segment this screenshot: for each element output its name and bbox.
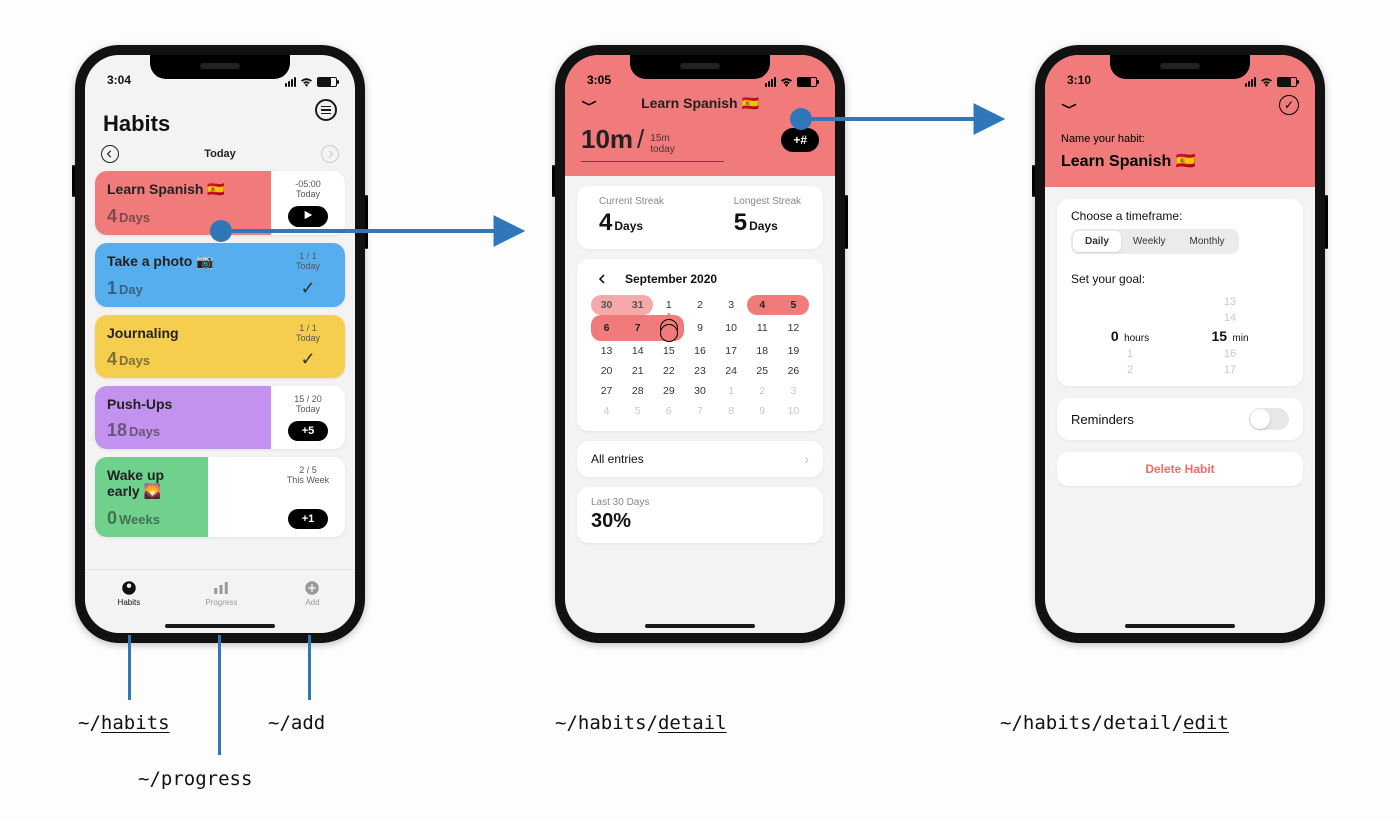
day-nav: Today: [85, 137, 355, 167]
habits-icon: [119, 579, 139, 597]
next-day-button[interactable]: [321, 145, 339, 163]
signal-icon: [765, 77, 776, 87]
tab-habits[interactable]: Habits: [118, 579, 141, 607]
chevron-down-icon[interactable]: [1061, 96, 1077, 114]
detail-title: Learn Spanish 🇪🇸: [641, 95, 759, 112]
notch: [150, 55, 290, 79]
canvas: 3:04 Habits Today: [0, 0, 1400, 819]
streaks-card: Current Streak 4Days Longest Streak 5Day…: [577, 186, 823, 249]
name-label: Name your habit:: [1061, 133, 1299, 145]
habit-name: Take a photo 📷: [107, 253, 259, 270]
phone-edit: 3:10 ✓ Name your habit: Learn Spanish 🇪🇸: [1035, 45, 1325, 643]
done-button[interactable]: ✓: [1279, 95, 1299, 115]
habit-name: Learn Spanish 🇪🇸: [107, 181, 259, 198]
route-label: ~/habits/detail/edit: [1000, 712, 1229, 734]
prev-day-button[interactable]: [101, 145, 119, 163]
add-time-button[interactable]: +#: [781, 128, 819, 152]
chevron-right-icon: ›: [804, 451, 809, 467]
habit-action-button[interactable]: [288, 206, 328, 227]
plus-icon: [302, 579, 322, 597]
notch: [630, 55, 770, 79]
tab-add[interactable]: Add: [302, 579, 322, 607]
page-title: Habits: [103, 111, 337, 137]
calendar-grid[interactable]: 3031 123 45 678 9101112 13141516171819 2…: [591, 295, 809, 421]
phone-detail: 3:05 Learn Spanish 🇪🇸 10m: [555, 45, 845, 643]
tab-progress[interactable]: Progress: [205, 579, 237, 607]
name-input[interactable]: Learn Spanish 🇪🇸: [1061, 151, 1299, 171]
tab-bar: Habits Progress Add: [85, 569, 355, 615]
reminders-row[interactable]: Reminders: [1057, 398, 1303, 440]
metric-value: 10m: [581, 124, 633, 155]
check-icon[interactable]: ✓: [300, 349, 315, 370]
reminders-toggle[interactable]: [1249, 408, 1289, 430]
habit-card[interactable]: Learn Spanish 🇪🇸 4Days -05:00Today: [95, 171, 345, 235]
habit-list: Learn Spanish 🇪🇸 4Days -05:00Today Take …: [85, 167, 355, 537]
home-indicator: [165, 624, 275, 628]
timeframe-segmented[interactable]: Daily Weekly Monthly: [1071, 229, 1239, 254]
notch: [1110, 55, 1250, 79]
route-label: ~/progress: [138, 768, 252, 790]
battery-icon: [317, 77, 337, 87]
prev-month-button[interactable]: [597, 271, 607, 287]
habit-card[interactable]: Wake up early 🌄 0Weeks 2 / 5This Week +1: [95, 457, 345, 537]
wifi-icon: [780, 77, 793, 87]
habit-action-button[interactable]: +5: [288, 421, 328, 441]
habit-name: Push-Ups: [107, 396, 259, 412]
annotation-line: [218, 635, 221, 755]
wifi-icon: [1260, 77, 1273, 87]
habit-card[interactable]: Take a photo 📷 1Day 1 / 1Today ✓: [95, 243, 345, 307]
annotation-line: [128, 635, 131, 700]
last-30-card: Last 30 Days 30%: [577, 487, 823, 543]
habit-name: Journaling: [107, 325, 259, 341]
home-indicator: [645, 624, 755, 628]
all-entries-row[interactable]: All entries ›: [577, 441, 823, 477]
battery-icon: [1277, 77, 1297, 87]
timeframe-card: Choose a timeframe: Daily Weekly Monthly…: [1057, 199, 1303, 386]
wifi-icon: [300, 77, 313, 87]
route-label: ~/habits/detail: [555, 712, 727, 734]
menu-icon[interactable]: [315, 99, 337, 121]
habit-action-button[interactable]: +1: [288, 509, 328, 529]
status-time: 3:04: [107, 73, 131, 87]
phone-habits: 3:04 Habits Today: [75, 45, 365, 643]
route-label: ~/add: [268, 712, 325, 734]
annotation-line: [308, 635, 311, 700]
check-icon[interactable]: ✓: [300, 278, 315, 299]
play-icon: [302, 210, 314, 220]
calendar-card: September 2020 3031 123 45 678 9101112 1…: [577, 259, 823, 431]
calendar-month: September 2020: [625, 272, 717, 286]
home-indicator: [1125, 624, 1235, 628]
status-time: 3:05: [587, 73, 611, 87]
route-label: ~/habits: [78, 712, 170, 734]
habit-name: Wake up early 🌄: [107, 467, 196, 500]
goal-picker[interactable]: 0 hours 1 2 13 14 15 min 16 17: [1071, 296, 1289, 376]
progress-icon: [211, 579, 231, 597]
signal-icon: [1245, 77, 1256, 87]
battery-icon: [797, 77, 817, 87]
habit-card[interactable]: Push-Ups 18Days 15 / 20Today +5: [95, 386, 345, 449]
delete-habit-button[interactable]: Delete Habit: [1057, 452, 1303, 486]
status-time: 3:10: [1067, 73, 1091, 87]
habit-card[interactable]: Journaling 4Days 1 / 1Today ✓: [95, 315, 345, 378]
day-label: Today: [204, 148, 236, 160]
signal-icon: [285, 77, 296, 87]
chevron-down-icon[interactable]: [581, 101, 597, 107]
